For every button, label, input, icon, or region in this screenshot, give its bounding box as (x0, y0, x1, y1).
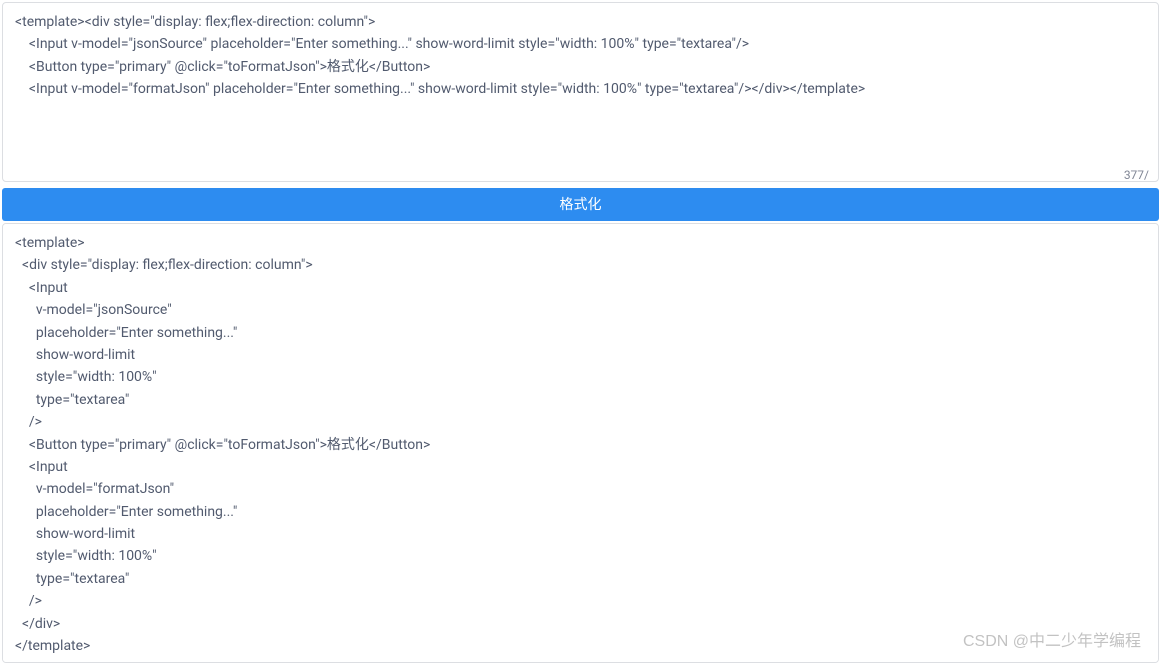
format-button[interactable]: 格式化 (2, 188, 1159, 221)
source-char-count: 377/ (1124, 168, 1149, 182)
format-output-wrapper (2, 223, 1159, 667)
source-input-wrapper: 377/ (2, 2, 1159, 186)
format-json-textarea[interactable] (2, 223, 1159, 663)
json-source-textarea[interactable] (2, 2, 1159, 182)
app-container: 377/ 格式化 (0, 0, 1161, 669)
